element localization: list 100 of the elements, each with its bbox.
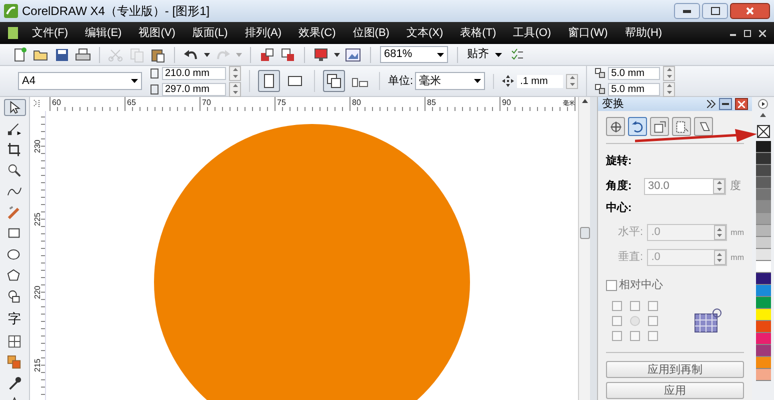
nudge-field[interactable]: .1 mm — [517, 74, 564, 88]
position-tab[interactable] — [606, 117, 625, 136]
color-swatch[interactable] — [756, 153, 770, 165]
rotate-tab[interactable] — [628, 117, 647, 136]
color-swatch[interactable] — [756, 237, 770, 249]
close-button[interactable] — [730, 3, 770, 19]
color-swatch[interactable] — [756, 249, 770, 261]
caret-icon[interactable] — [334, 52, 340, 56]
color-swatch[interactable] — [756, 225, 770, 237]
close-icon — [746, 7, 754, 15]
export-icon[interactable] — [280, 46, 296, 62]
paper-size-combo[interactable]: A4 — [18, 72, 142, 90]
section-label: 旋转: — [606, 154, 633, 169]
picture-icon[interactable] — [345, 46, 361, 62]
snap-button[interactable]: 贴齐 — [467, 46, 502, 63]
paste-icon[interactable] — [150, 46, 166, 62]
color-swatch[interactable] — [756, 309, 770, 321]
color-swatch[interactable] — [756, 321, 770, 333]
color-swatch[interactable] — [756, 213, 770, 225]
color-swatch[interactable] — [756, 273, 770, 285]
page-width-field[interactable]: 210.0 mm — [162, 66, 226, 80]
checkbox[interactable] — [606, 280, 617, 291]
palette-menu-icon[interactable] — [758, 99, 768, 109]
pages-icon — [327, 74, 341, 88]
angle-field[interactable]: 30.0 — [644, 178, 726, 194]
close-icon[interactable] — [759, 30, 766, 36]
units-combo[interactable]: 毫米 — [415, 72, 486, 90]
menu-item[interactable]: 文件(F) — [32, 24, 68, 42]
color-swatch[interactable] — [756, 261, 770, 273]
color-swatch[interactable] — [756, 141, 770, 153]
scrollbar-thumb[interactable] — [580, 227, 590, 239]
checklist-icon[interactable] — [511, 48, 523, 62]
offset-icon — [595, 68, 606, 78]
spin-buttons[interactable] — [714, 250, 726, 265]
monitor-icon[interactable] — [313, 46, 329, 62]
apply-button[interactable]: 应用 — [606, 382, 744, 398]
skew-tab[interactable] — [694, 117, 713, 136]
menu-item[interactable]: 表格(T) — [460, 24, 496, 42]
minimize-button[interactable] — [674, 3, 700, 19]
color-swatch[interactable] — [756, 285, 770, 297]
scale-tab[interactable] — [650, 117, 669, 136]
save-icon[interactable] — [54, 46, 70, 62]
spin-buttons[interactable] — [714, 225, 726, 240]
color-swatch[interactable] — [756, 333, 770, 345]
menu-item[interactable]: 编辑(E) — [85, 24, 122, 42]
menu-item[interactable]: 工具(O) — [513, 24, 552, 42]
minimize-button[interactable] — [719, 98, 732, 110]
menu-item[interactable]: 效果(C) — [298, 24, 336, 42]
unit-label: mm — [730, 226, 744, 238]
close-button[interactable] — [735, 98, 748, 110]
page-height-field[interactable]: 297.0 mm — [162, 82, 226, 96]
expand-icon[interactable] — [707, 100, 716, 108]
restore-icon[interactable] — [744, 30, 751, 36]
spin-buttons[interactable] — [713, 178, 725, 194]
spin-buttons[interactable] — [566, 74, 578, 88]
color-swatch[interactable] — [756, 297, 770, 309]
table-tool-icon — [7, 334, 22, 349]
print-icon[interactable] — [75, 46, 91, 62]
down-icon — [666, 74, 672, 78]
spin-buttons[interactable] — [663, 66, 676, 80]
spin-buttons[interactable] — [229, 66, 241, 80]
color-swatch[interactable] — [756, 189, 770, 201]
color-swatch[interactable] — [756, 201, 770, 213]
scroll-up-icon[interactable] — [760, 113, 766, 117]
menu-item[interactable]: 文本(X) — [406, 24, 444, 42]
new-document-icon[interactable] — [12, 46, 28, 62]
import-icon[interactable] — [259, 46, 275, 62]
up-icon — [716, 181, 722, 184]
portrait-button[interactable] — [258, 70, 280, 92]
vertical-scrollbar[interactable] — [578, 97, 590, 400]
color-swatch[interactable] — [756, 369, 770, 381]
text-tool-button[interactable]: 字 — [4, 309, 26, 329]
apply-button[interactable]: 应用到再制 — [606, 360, 744, 378]
position-icon — [608, 120, 622, 134]
down-icon — [666, 90, 672, 94]
menu-item[interactable]: 视图(V) — [138, 24, 176, 42]
pick-tool-button[interactable] — [4, 99, 26, 116]
scroll-up-icon[interactable] — [582, 99, 588, 103]
menu-item[interactable]: 窗口(W) — [568, 24, 608, 42]
menu-item[interactable]: 帮助(H) — [624, 24, 662, 42]
maximize-button[interactable] — [702, 3, 728, 19]
menu-item[interactable]: 位图(B) — [352, 24, 390, 42]
pages-icon — [352, 75, 368, 87]
color-swatch[interactable] — [756, 177, 770, 189]
no-fill-swatch[interactable] — [756, 125, 770, 138]
color-swatch[interactable] — [756, 357, 770, 369]
size-tab[interactable] — [672, 117, 691, 136]
duplicate-y-field[interactable]: 5.0 mm — [608, 82, 660, 96]
caret-icon[interactable] — [204, 52, 210, 56]
duplicate-x-field[interactable]: 5.0 mm — [608, 66, 660, 80]
color-swatch[interactable] — [756, 345, 770, 357]
spin-buttons[interactable] — [663, 82, 676, 96]
zoom-combo[interactable]: 681% — [380, 46, 448, 63]
spin-buttons[interactable] — [229, 82, 241, 96]
menu-item[interactable]: 版面(L) — [192, 24, 228, 42]
color-swatch[interactable] — [756, 165, 770, 177]
down-icon — [717, 259, 722, 262]
grid-preview-icon — [694, 308, 722, 334]
menu-item[interactable]: 排列(A) — [244, 24, 282, 42]
all-button[interactable] — [323, 70, 345, 92]
